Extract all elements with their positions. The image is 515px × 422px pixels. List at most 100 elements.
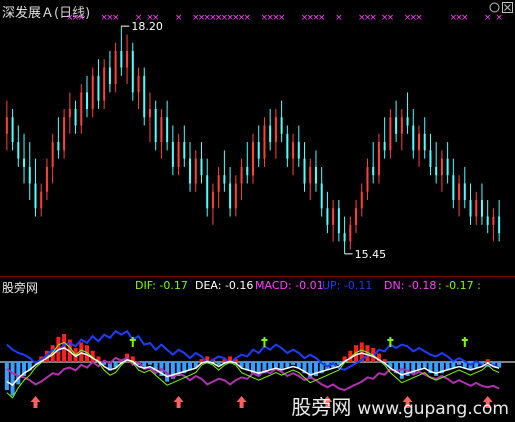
candle-body <box>63 117 66 151</box>
candle-body <box>166 117 169 143</box>
candle-body <box>395 117 398 134</box>
candle-body <box>200 158 203 176</box>
candle-body <box>17 142 20 159</box>
candle-body <box>11 117 14 143</box>
candle-body <box>177 142 180 167</box>
candle-body <box>274 117 277 143</box>
high-label: 18.20 <box>131 20 163 33</box>
signal-marker: × <box>175 13 183 23</box>
candle-body <box>114 50 117 85</box>
candle-body <box>372 166 375 176</box>
macd-bar <box>79 342 84 362</box>
candle-body <box>103 67 106 101</box>
candle-body <box>412 125 415 151</box>
sell-marker <box>461 337 468 347</box>
candle-body <box>349 224 352 242</box>
macd-bar <box>147 362 152 365</box>
macd-bar <box>451 362 456 368</box>
candle-body <box>332 208 335 225</box>
indicator-macd: MACD: -0.01 <box>255 279 324 292</box>
candle-body <box>234 183 237 209</box>
signal-marker: × <box>495 13 503 23</box>
candle-body <box>383 142 386 151</box>
candle-body <box>480 200 483 217</box>
candle-body <box>194 158 197 184</box>
candle-body <box>400 117 403 134</box>
signal-marker: × <box>387 13 395 23</box>
signal-marker: × <box>369 13 377 23</box>
buy-arrow <box>236 396 247 408</box>
candle-body <box>469 200 472 217</box>
indicator-up: UP: -0.11 <box>322 279 373 292</box>
macd-bar <box>457 362 462 365</box>
candle-body <box>143 75 146 118</box>
candle-body <box>303 158 306 184</box>
macd-bar <box>4 362 9 390</box>
candle-body <box>360 191 363 209</box>
candle-body <box>120 50 123 68</box>
buy-arrow <box>173 396 184 408</box>
candle-body <box>418 133 420 151</box>
candle-body <box>337 208 340 234</box>
indicator-dif: DIF: -0.17 <box>135 279 188 292</box>
candle-body <box>314 166 317 184</box>
buy-arrow <box>30 396 41 408</box>
indicator-dn: DN: -0.18 <box>384 279 437 292</box>
candle-body <box>292 142 295 159</box>
watermark-domain: www.gupang.com <box>357 399 509 419</box>
candle-body <box>51 142 54 167</box>
candle-body <box>91 75 94 109</box>
candle-body <box>486 216 489 225</box>
candle-body <box>23 158 26 167</box>
candle-body <box>40 191 43 209</box>
candle-body <box>435 166 438 176</box>
candle-body <box>126 50 129 68</box>
indicator-dea: DEA: -0.16 <box>195 279 254 292</box>
watermark: 股旁网 www.gupang.com <box>291 391 509 420</box>
candle-body <box>217 175 220 192</box>
macd-bar <box>296 362 301 368</box>
macd-bar <box>273 362 278 368</box>
low-label: 15.45 <box>355 248 387 261</box>
candle-body <box>246 166 249 176</box>
macd-bar <box>16 362 21 385</box>
candle-body <box>320 183 323 209</box>
candle-body <box>377 142 380 176</box>
candle-body <box>171 142 174 167</box>
candle-body <box>463 183 466 201</box>
candle-body <box>257 142 260 159</box>
candle-body <box>206 175 209 209</box>
candle-body <box>389 117 392 151</box>
signal-marker: × <box>244 13 252 23</box>
candle-body <box>269 125 272 143</box>
candle-body <box>80 92 83 126</box>
candle-body <box>240 166 243 184</box>
candle-body <box>343 233 346 242</box>
candle-body <box>498 216 501 234</box>
candle-body <box>131 50 134 93</box>
candle-body <box>452 175 455 201</box>
candle-body <box>475 200 478 217</box>
macd-bar <box>422 362 427 368</box>
candle-body <box>280 117 283 134</box>
candle-body <box>74 108 77 126</box>
macd-bar <box>485 359 490 362</box>
candle-body <box>366 166 369 192</box>
macd-bar <box>308 362 313 379</box>
panel-separator <box>0 276 515 277</box>
signal-marker: × <box>461 13 469 23</box>
candle-body <box>45 166 48 192</box>
signal-marker: × <box>278 13 286 23</box>
signal-marker: × <box>415 13 423 23</box>
candle-body <box>492 216 495 225</box>
candle-body <box>34 183 37 209</box>
macd-bar <box>291 362 296 365</box>
signal-marker: × <box>484 13 492 23</box>
candle-body <box>137 75 140 93</box>
candle-body <box>286 133 289 159</box>
candle-body <box>68 108 71 118</box>
indicator-panel-name: 股旁网 <box>2 281 39 295</box>
candle-body <box>429 150 432 167</box>
candle-body <box>97 75 100 101</box>
candle-body <box>446 158 449 176</box>
